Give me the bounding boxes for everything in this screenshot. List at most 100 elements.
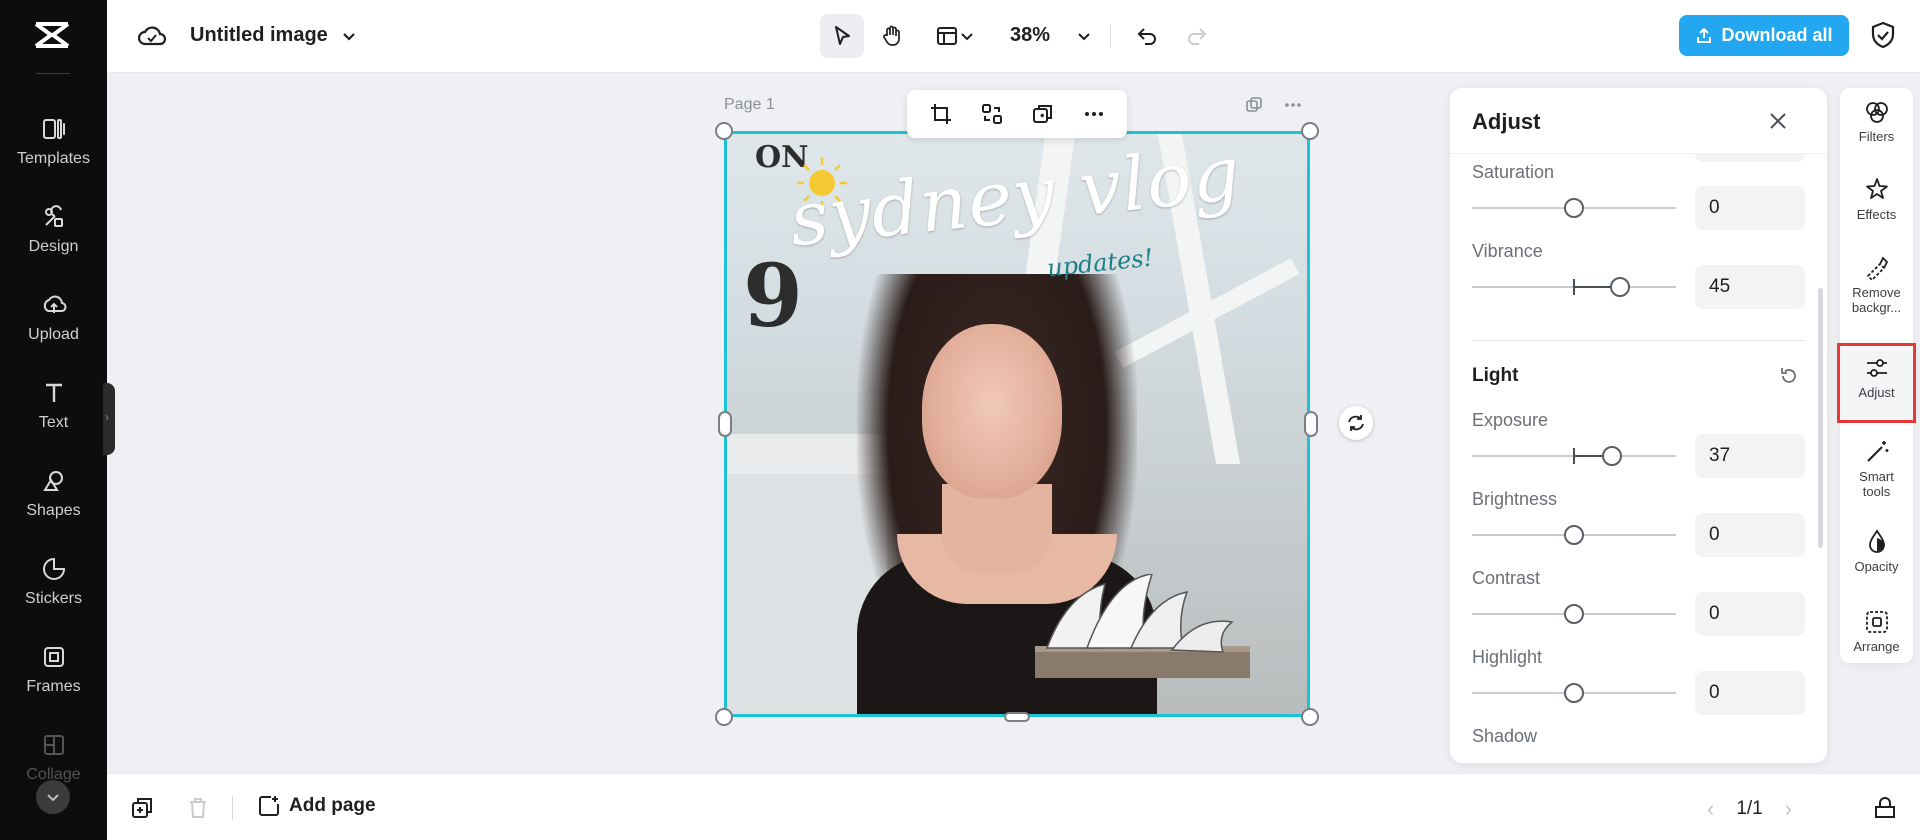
sidebar-item-stickers[interactable]: Stickers — [0, 552, 107, 628]
sidebar-item-shapes[interactable]: Shapes — [0, 464, 107, 540]
undo-button[interactable] — [1127, 14, 1167, 58]
adjust-panel-header: Adjust — [1450, 88, 1827, 154]
close-icon[interactable] — [1765, 108, 1791, 134]
highlight-value-input[interactable]: 0 — [1695, 671, 1805, 715]
sidebar-divider — [36, 73, 70, 74]
brightness-value-input[interactable]: 0 — [1695, 513, 1805, 557]
crop-button[interactable] — [926, 99, 956, 129]
slider-label: Vibrance — [1472, 241, 1543, 261]
layout-dropdown-button[interactable] — [927, 14, 983, 58]
resize-handle-bottom[interactable] — [1004, 712, 1030, 722]
select-tool-button[interactable] — [820, 14, 864, 58]
slider-thumb[interactable] — [1564, 525, 1584, 545]
panel-scrollbar[interactable] — [1818, 288, 1823, 548]
crop-icon — [930, 104, 951, 124]
sidebar-item-frames[interactable]: Frames — [0, 640, 107, 716]
rail-item-smart-tools[interactable]: Smart tools — [1840, 438, 1913, 512]
more-actions-button[interactable] — [1079, 99, 1109, 129]
cloud-sync-icon[interactable] — [138, 23, 166, 49]
rail-item-effects[interactable]: Effects — [1840, 176, 1913, 238]
slider-thumb[interactable] — [1610, 277, 1630, 297]
redo-button[interactable] — [1177, 14, 1217, 58]
rail-item-label: Arrange — [1853, 639, 1900, 654]
layers-panel-icon[interactable] — [1872, 795, 1898, 821]
sidebar-item-design[interactable]: Design — [0, 200, 107, 276]
slider-thumb[interactable] — [1564, 683, 1584, 703]
resize-handle-left[interactable] — [718, 411, 732, 437]
sidebar-item-label: Stickers — [25, 590, 82, 607]
exposure-slider[interactable] — [1472, 446, 1676, 466]
resize-handle-top-right[interactable] — [1301, 122, 1319, 140]
rotate-button[interactable] — [1339, 406, 1373, 440]
resize-handle-right[interactable] — [1304, 411, 1318, 437]
remove-background-icon — [1866, 256, 1888, 282]
zoom-dropdown-button[interactable] — [1071, 14, 1097, 58]
replace-button[interactable] — [977, 99, 1007, 129]
rail-item-filters[interactable]: Filters — [1840, 98, 1913, 160]
chevron-down-icon — [47, 794, 59, 802]
sidebar-item-text[interactable]: Text — [0, 376, 107, 452]
hand-tool-button[interactable] — [870, 14, 914, 58]
templates-icon — [42, 119, 65, 139]
brightness-slider[interactable] — [1472, 525, 1676, 545]
chevron-down-icon[interactable] — [339, 26, 359, 46]
rail-item-adjust[interactable]: Adjust — [1837, 343, 1916, 423]
previous-page-icon[interactable]: ‹ — [1707, 796, 1714, 822]
duplicate-button[interactable] — [1028, 99, 1058, 129]
contrast-value-input[interactable]: 0 — [1695, 592, 1805, 636]
selected-image[interactable]: 9 ON sydney vlog updates! — [724, 131, 1310, 717]
resize-handle-top-left[interactable] — [715, 122, 733, 140]
slider-center-tick — [1573, 279, 1575, 295]
contrast-slider[interactable] — [1472, 604, 1676, 624]
portrait-face — [922, 324, 1062, 499]
bottom-bar: Add page ‹ 1/1 › — [107, 773, 1920, 840]
resize-handle-bottom-left[interactable] — [715, 708, 733, 726]
section-divider — [1472, 340, 1805, 341]
rail-item-label: Effects — [1856, 207, 1897, 222]
chevron-down-icon — [1078, 33, 1090, 41]
sidebar-item-upload[interactable]: Upload — [0, 288, 107, 364]
export-icon — [1697, 27, 1712, 43]
vibrance-value-input[interactable]: 45 — [1695, 265, 1805, 309]
add-layer-icon[interactable] — [129, 795, 155, 821]
page-actions — [1245, 96, 1303, 114]
sidebar-collapse-handle[interactable]: › — [103, 383, 115, 455]
duplicate-page-icon[interactable] — [1245, 96, 1263, 114]
zoom-level[interactable]: 38% — [1010, 24, 1050, 47]
saturation-value-input[interactable]: 0 — [1695, 186, 1805, 230]
sidebar-more-button[interactable] — [36, 780, 70, 814]
slider-thumb[interactable] — [1602, 446, 1622, 466]
opera-house-sticker-icon — [1035, 574, 1250, 678]
download-all-button[interactable]: Download all — [1679, 15, 1849, 56]
rail-item-arrange[interactable]: Arrange — [1840, 608, 1913, 670]
add-page-button[interactable]: Add page — [257, 794, 376, 818]
rotate-icon — [1348, 415, 1364, 431]
rail-item-opacity[interactable]: Opacity — [1840, 528, 1913, 590]
slider-thumb[interactable] — [1564, 198, 1584, 218]
shield-icon[interactable] — [1868, 20, 1898, 50]
highlight-slider[interactable] — [1472, 683, 1676, 703]
design-icon — [44, 205, 63, 227]
top-bar: Untitled image 38% Download all — [107, 0, 1920, 73]
pointer-icon — [835, 26, 850, 45]
filters-icon — [1865, 102, 1888, 123]
next-page-icon[interactable]: › — [1785, 796, 1792, 822]
document-title[interactable]: Untitled image — [190, 24, 328, 47]
sidebar-item-templates[interactable]: Templates — [0, 112, 107, 188]
rail-item-label: Adjust — [1858, 385, 1895, 400]
redo-icon — [1188, 28, 1207, 45]
exposure-value-input[interactable]: 37 — [1695, 434, 1805, 478]
rail-item-label: Smart tools — [1859, 469, 1894, 499]
rail-item-remove-background[interactable]: Remove backgr... — [1840, 254, 1913, 332]
adjust-panel-body: Saturation 0 Vibrance 45 Light Exposure 37 Brig… — [1450, 134, 1827, 763]
saturation-slider[interactable] — [1472, 198, 1676, 218]
resize-handle-bottom-right[interactable] — [1301, 708, 1319, 726]
vibrance-slider[interactable] — [1472, 277, 1676, 297]
effects-icon — [1865, 178, 1888, 199]
slider-thumb[interactable] — [1564, 604, 1584, 624]
image-context-toolbar — [907, 90, 1127, 138]
capcut-logo-icon[interactable] — [33, 18, 71, 52]
reset-icon[interactable] — [1778, 365, 1800, 387]
more-options-icon[interactable] — [1283, 96, 1303, 114]
trash-icon[interactable] — [185, 795, 211, 821]
